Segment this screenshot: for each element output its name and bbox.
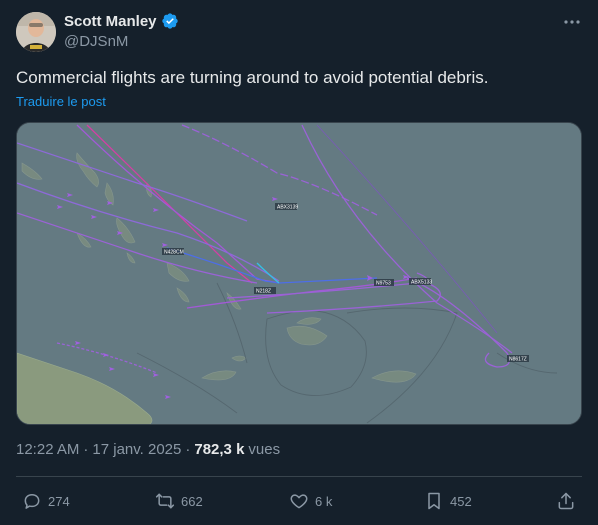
flight-label-1: ABX3139 (277, 205, 298, 211)
bookmark-icon (428, 492, 440, 510)
author-handle[interactable]: @DJSnM (64, 33, 128, 50)
reply-icon (24, 494, 40, 509)
bookmark-count: 452 (450, 493, 472, 509)
more-options-icon[interactable] (562, 12, 582, 32)
author-name-row: Scott Manley (64, 12, 179, 30)
share-button[interactable] (556, 487, 576, 515)
like-button[interactable]: 6 k (289, 487, 332, 515)
verified-badge-icon (161, 12, 179, 30)
repost-button[interactable]: 662 (155, 487, 203, 515)
bookmark-button[interactable]: 452 (424, 487, 472, 515)
divider (16, 476, 582, 477)
reply-count: 274 (48, 493, 70, 509)
tweet-time[interactable]: 12:22 AM (16, 441, 79, 458)
tweet-media-map[interactable]: ABX3139 N428CM N218Z N9753 ABX5133 N8617… (16, 122, 582, 425)
meta-separator-2: · (185, 441, 191, 458)
flight-label-5: ABX5133 (411, 280, 432, 286)
tweet: Scott Manley @DJSnM Commercial flights a… (0, 0, 598, 525)
repost-icon (155, 493, 175, 509)
avatar[interactable] (16, 12, 56, 52)
translate-post-link[interactable]: Traduire le post (16, 94, 106, 109)
flight-label-2: N428CM (164, 250, 184, 256)
flight-label-3: N218Z (256, 289, 271, 295)
tweet-text: Commercial flights are turning around to… (16, 68, 489, 87)
tweet-date[interactable]: 17 janv. 2025 (92, 441, 181, 458)
avatar-image (16, 12, 56, 52)
like-count: 6 k (315, 493, 333, 509)
repost-count: 662 (181, 493, 203, 509)
tweet-meta: 12:22 AM · 17 janv. 2025 · 782,3 k vues (16, 441, 280, 458)
flight-label-4: N9753 (376, 281, 391, 287)
author-display-name[interactable]: Scott Manley (64, 13, 157, 30)
action-bar: 274 662 6 k 452 (0, 487, 598, 515)
share-icon (558, 492, 574, 510)
flight-map: ABX3139 N428CM N218Z N9753 ABX5133 N8617… (17, 123, 581, 424)
reply-button[interactable]: 274 (22, 487, 70, 515)
views-count: 782,3 k (194, 441, 245, 458)
heart-icon (290, 494, 308, 509)
meta-separator: · (83, 441, 89, 458)
flight-label-6: N8617Z (509, 357, 527, 363)
views-label: vues (248, 441, 281, 458)
